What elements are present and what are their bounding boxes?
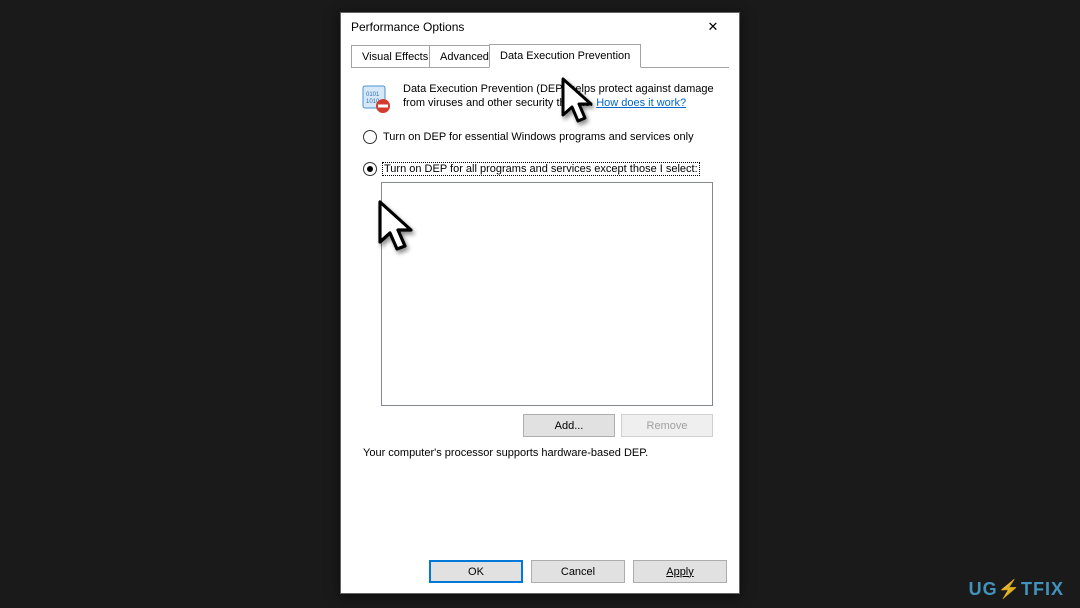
- watermark: UG⚡TFIX: [969, 579, 1064, 600]
- radio-option-essential[interactable]: Turn on DEP for essential Windows progra…: [363, 130, 721, 144]
- add-button[interactable]: Add...: [523, 414, 615, 437]
- list-buttons: Add... Remove: [359, 414, 713, 437]
- button-label: Add...: [555, 420, 584, 432]
- tab-strip: Visual Effects Advanced Data Execution P…: [351, 45, 729, 68]
- tab-label: Data Execution Prevention: [500, 50, 630, 62]
- dialog-footer: OK Cancel Apply: [429, 560, 727, 583]
- description-row: 0101 1010 Data Execution Prevention (DEP…: [359, 82, 721, 116]
- tab-visual-effects[interactable]: Visual Effects: [351, 45, 439, 68]
- dep-shield-icon: 0101 1010: [359, 82, 393, 116]
- exception-list[interactable]: [381, 182, 713, 406]
- tab-label: Advanced: [440, 51, 489, 63]
- titlebar[interactable]: Performance Options ✕: [341, 13, 739, 41]
- cancel-button[interactable]: Cancel: [531, 560, 625, 583]
- radio-option-all-except[interactable]: Turn on DEP for all programs and service…: [363, 162, 721, 176]
- ok-button[interactable]: OK: [429, 560, 523, 583]
- window-title: Performance Options: [351, 20, 693, 34]
- svg-text:0101: 0101: [366, 92, 380, 98]
- tab-dep[interactable]: Data Execution Prevention: [489, 44, 641, 68]
- button-label: Cancel: [561, 566, 595, 578]
- radio-label: Turn on DEP for all programs and service…: [383, 163, 699, 175]
- radio-icon[interactable]: [363, 130, 377, 144]
- tab-content: 0101 1010 Data Execution Prevention (DEP…: [341, 68, 739, 469]
- description-text: Data Execution Prevention (DEP) helps pr…: [403, 82, 721, 116]
- processor-status-text: Your computer's processor supports hardw…: [363, 447, 717, 459]
- remove-button: Remove: [621, 414, 713, 437]
- tab-label: Visual Effects: [362, 51, 428, 63]
- close-button[interactable]: ✕: [693, 15, 733, 39]
- close-icon: ✕: [708, 19, 719, 35]
- performance-options-dialog: Performance Options ✕ Visual Effects Adv…: [340, 12, 740, 594]
- button-label: Remove: [647, 420, 688, 432]
- radio-label: Turn on DEP for essential Windows progra…: [383, 131, 694, 143]
- button-label: Apply: [666, 566, 694, 578]
- apply-button[interactable]: Apply: [633, 560, 727, 583]
- radio-icon[interactable]: [363, 162, 377, 176]
- how-does-it-work-link[interactable]: How does it work?: [596, 97, 686, 109]
- button-label: OK: [468, 566, 484, 578]
